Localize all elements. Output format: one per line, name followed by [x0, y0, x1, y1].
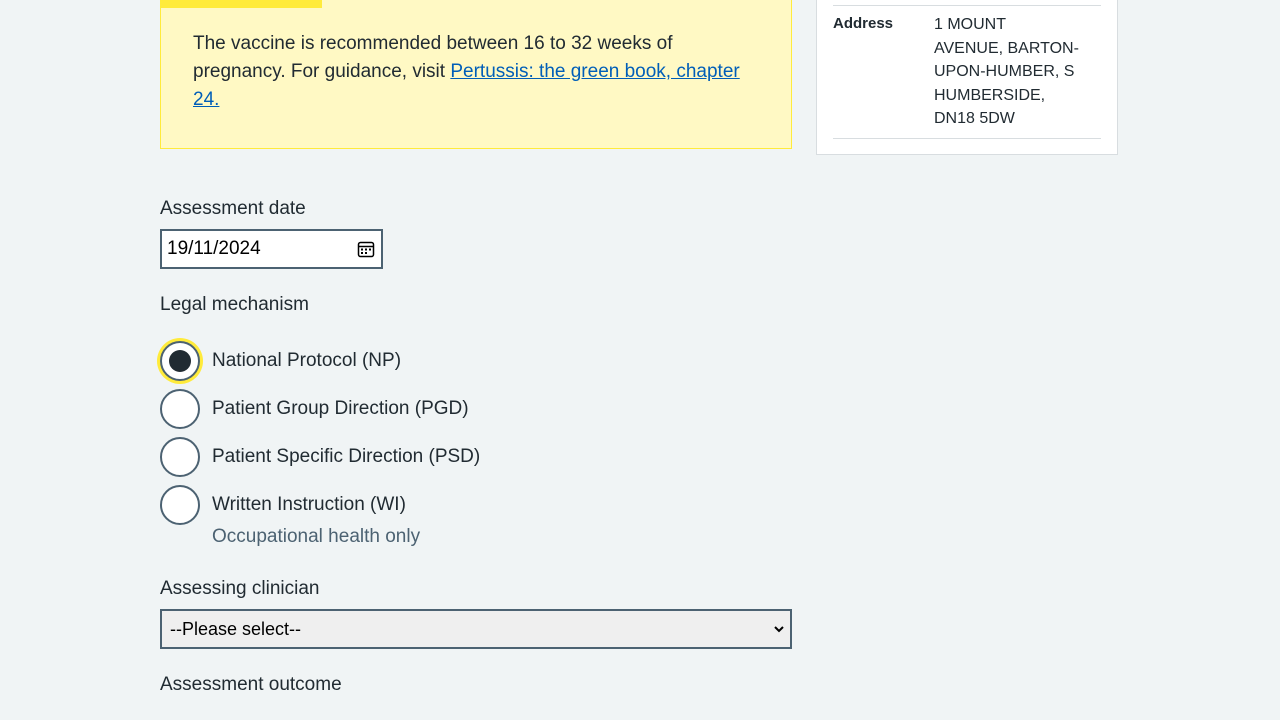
- assessment-date-value: 19/11/2024: [167, 238, 261, 259]
- patient-summary-card: Address 1 MOUNT AVENUE, BARTON- UPON-HUM…: [816, 0, 1118, 155]
- address-line: AVENUE, BARTON-: [934, 39, 1079, 57]
- assessment-date-input[interactable]: 19/11/2024: [160, 229, 383, 269]
- assessing-clinician-selected: --Please select--: [170, 619, 302, 639]
- radio-pgd[interactable]: [160, 389, 200, 429]
- warning-callout: The vaccine is recommended between 16 to…: [160, 0, 792, 149]
- radio-label-np[interactable]: National Protocol (NP): [212, 350, 401, 372]
- radio-psd[interactable]: [160, 437, 200, 477]
- summary-divider-top: [833, 5, 1101, 6]
- assessment-date-label: Assessment date: [160, 198, 306, 219]
- summary-divider-bottom: [833, 138, 1101, 139]
- callout-text: The vaccine is recommended between 16 to…: [193, 30, 753, 114]
- radio-label-psd[interactable]: Patient Specific Direction (PSD): [212, 446, 480, 468]
- calendar-icon[interactable]: [357, 240, 375, 258]
- radio-label-wi[interactable]: Written Instruction (WI): [212, 494, 406, 516]
- assessing-clinician-select[interactable]: --Please select--: [160, 609, 792, 649]
- address-line: HUMBERSIDE,: [934, 86, 1046, 104]
- radio-wi[interactable]: [160, 485, 200, 525]
- assessment-outcome-label: Assessment outcome: [160, 674, 342, 695]
- legal-mechanism-label: Legal mechanism: [160, 294, 309, 315]
- assessing-clinician-label: Assessing clinician: [160, 578, 320, 599]
- address-line: 1 MOUNT: [934, 16, 1006, 33]
- address-line: DN18 5DW: [934, 110, 1015, 127]
- chevron-down-icon: [774, 626, 784, 633]
- address-value: 1 MOUNT AVENUE, BARTON- UPON-HUMBER, S H…: [934, 13, 1094, 131]
- callout-accent-tab: [161, 0, 322, 8]
- address-line: UPON-HUMBER, S: [934, 63, 1075, 80]
- radio-hint-wi: Occupational health only: [212, 526, 421, 547]
- address-key: Address: [833, 15, 894, 32]
- radio-np[interactable]: [160, 341, 200, 381]
- radio-label-pgd[interactable]: Patient Group Direction (PGD): [212, 398, 469, 420]
